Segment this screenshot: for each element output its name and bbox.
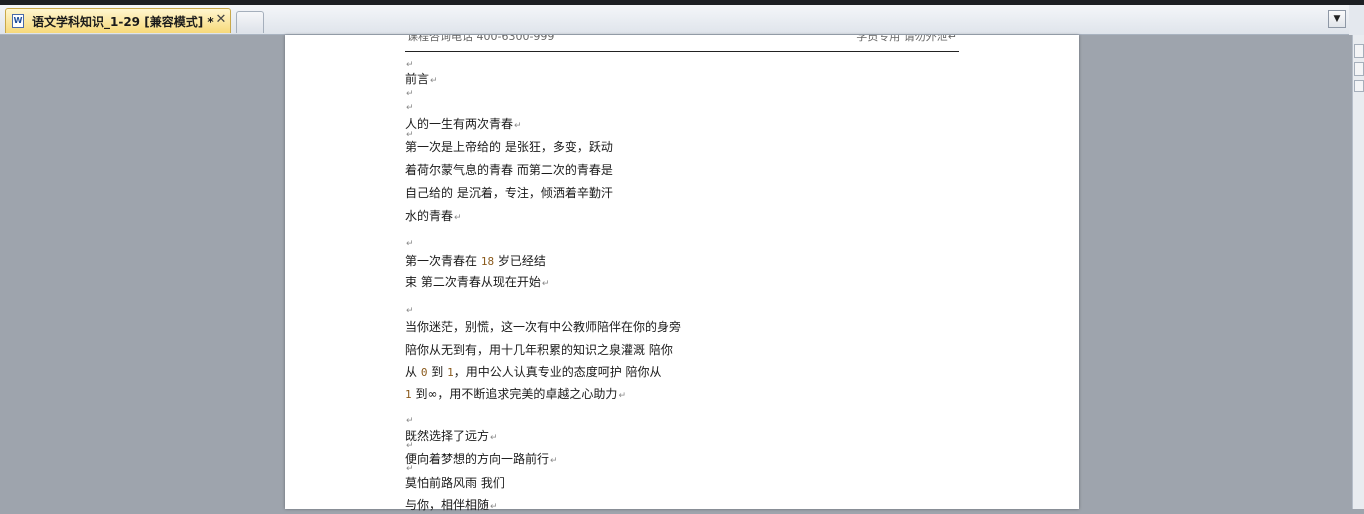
paragraph-mark: ↵ <box>406 306 414 316</box>
new-tab-button[interactable] <box>236 11 264 33</box>
text-line: 陪你从无到有，用十几年积累的知识之泉灌溉 陪你 <box>405 343 673 357</box>
text-line: 莫怕前路风雨 我们 <box>405 476 505 490</box>
close-tab-icon[interactable]: ✕ <box>214 12 228 28</box>
text-line: 当你迷茫，别慌，这一次有中公教师陪伴在你的身旁 <box>405 320 682 334</box>
tab-list-dropdown-icon[interactable]: ▼ <box>1328 10 1346 28</box>
paragraph-mark: ↵ <box>406 239 414 249</box>
text-line: 人的一生有两次青春↵ <box>405 117 522 131</box>
text-line: 既然选择了远方↵ <box>405 429 498 443</box>
vertical-scrollbar[interactable] <box>1352 35 1364 509</box>
document-tab-bar: W 语文学科知识_1-29 [兼容模式] * ✕ <box>0 5 1364 35</box>
text-line: 自己给的 是沉着，专注，倾洒着辛勤汗 <box>405 186 613 200</box>
paragraph-mark: ↵ <box>406 130 414 140</box>
text-line: 第一次青春在 18 岁已经结 <box>405 254 546 268</box>
window-right-edge <box>1349 5 1364 35</box>
text-line: 与你，相伴相随↵ <box>405 498 498 512</box>
document-page[interactable]: 课程咨询电话 400-6300-999 学员专用 请勿外泄↵ ↵ 前言↵ ↵ ↵… <box>285 35 1079 512</box>
header-left-text: 课程咨询电话 400-6300-999 <box>407 35 555 43</box>
paragraph-mark: ↵ <box>406 416 414 426</box>
paragraph-mark: ↵ <box>406 441 414 451</box>
document-tab-title: 语文学科知识_1-29 [兼容模式] * <box>32 15 214 29</box>
text-line: 水的青春↵ <box>405 209 462 223</box>
text-line: 1 到∞，用不断追求完美的卓越之心助力↵ <box>405 387 626 401</box>
page-header: 课程咨询电话 400-6300-999 学员专用 请勿外泄↵ <box>405 35 959 52</box>
text-line: 第一次是上帝给的 是张狂，多变，跃动 <box>405 140 613 154</box>
paragraph-mark: ↵ <box>406 103 414 113</box>
text-line: 前言↵ <box>405 72 438 86</box>
text-line: 束 第二次青春从现在开始↵ <box>405 275 550 289</box>
word-document-icon: W <box>12 14 24 28</box>
paragraph-mark: ↵ <box>406 60 414 70</box>
text-line: 着荷尔蒙气息的青春 而第二次的青春是 <box>405 163 613 177</box>
text-line: 便向着梦想的方向一路前行↵ <box>405 452 558 466</box>
text-line: 从 0 到 1，用中公人认真专业的态度呵护 陪你从 <box>405 365 662 379</box>
paragraph-mark: ↵ <box>406 89 414 99</box>
header-right-text: 学员专用 请勿外泄↵ <box>856 35 957 43</box>
scroll-up-button[interactable] <box>1354 62 1364 76</box>
scroll-thumb[interactable] <box>1354 80 1364 92</box>
document-tab[interactable]: W 语文学科知识_1-29 [兼容模式] * ✕ <box>5 8 231 33</box>
ruler-toggle-icon[interactable] <box>1354 44 1364 58</box>
paragraph-mark: ↵ <box>406 464 414 474</box>
